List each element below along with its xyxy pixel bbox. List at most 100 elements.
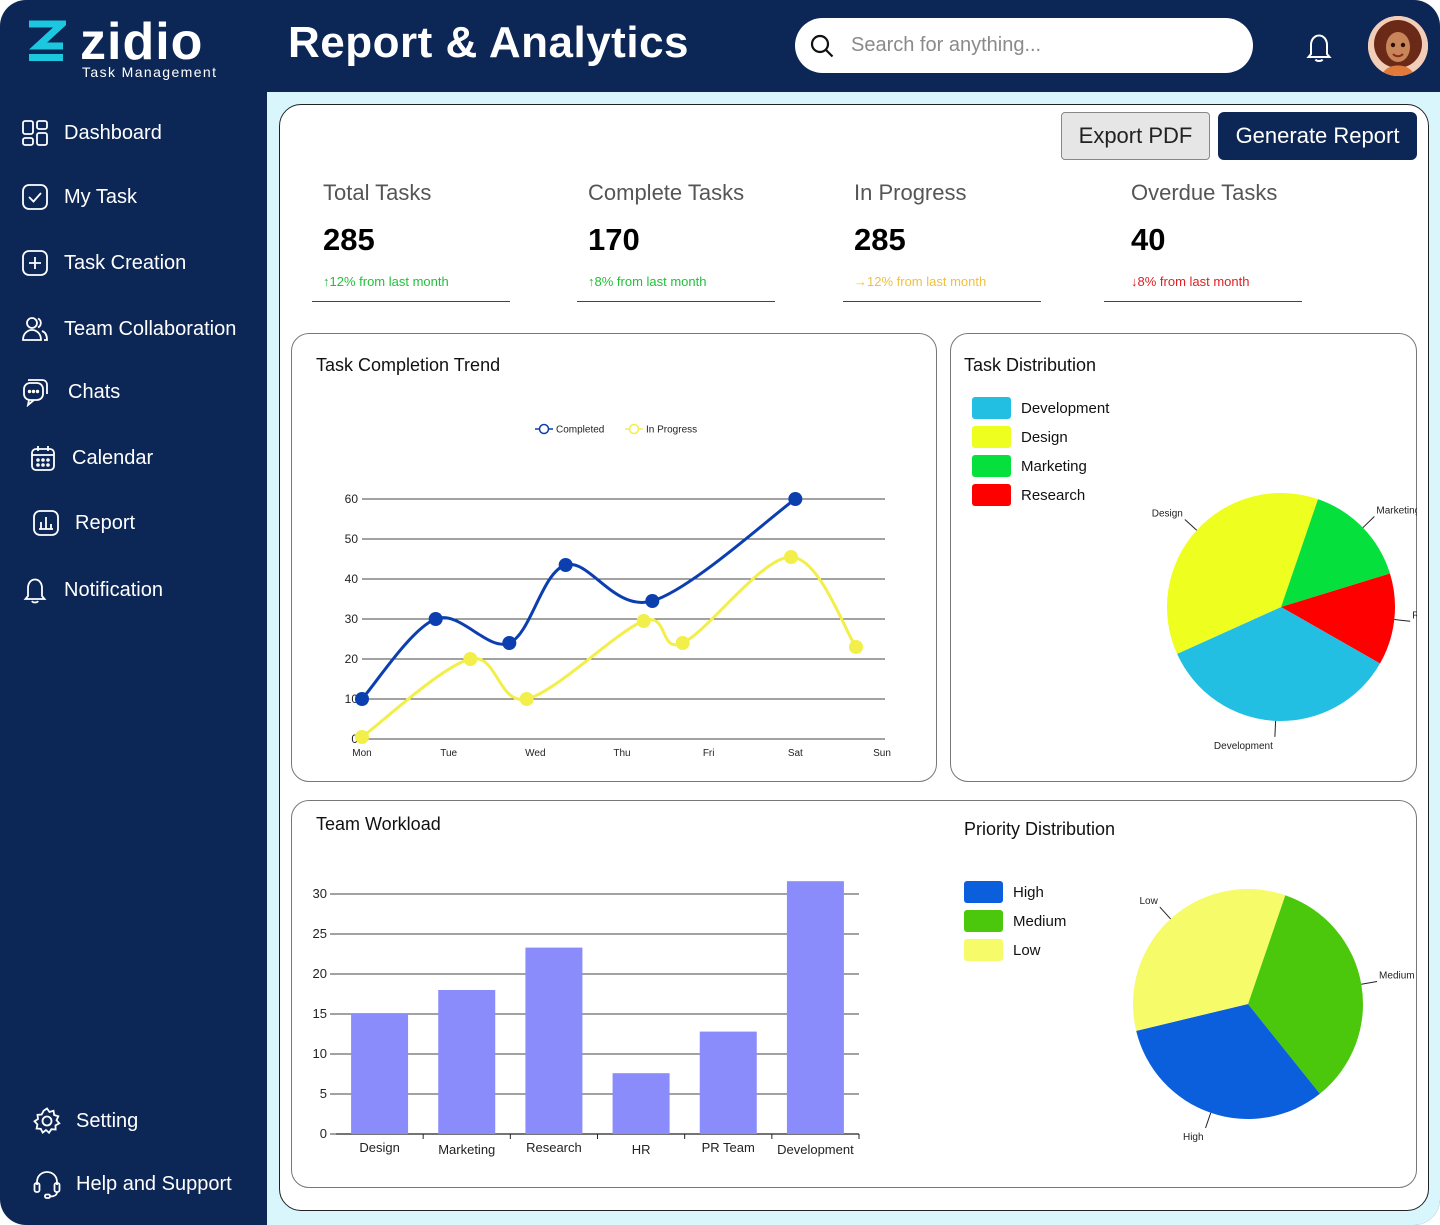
- sidebar-item-label: Notification: [64, 578, 163, 601]
- zidio-logo-icon: [29, 20, 66, 61]
- stat-total-tasks: Total Tasks 285 ↑12% from last month: [312, 180, 510, 302]
- sidebar-item-report[interactable]: Report: [31, 506, 135, 540]
- sidebar-item-dashboard[interactable]: Dashboard: [20, 116, 162, 150]
- sidebar-item-label: Chats: [68, 380, 121, 403]
- stat-value: 40: [1131, 222, 1166, 257]
- stat-change: ↑8% from last month: [588, 274, 707, 289]
- pie-leader-line: [1361, 981, 1378, 985]
- priority-card-title: Priority Distribution: [964, 819, 1116, 839]
- y-tick-label: 20: [313, 966, 327, 981]
- stat-value: 285: [854, 222, 906, 257]
- sidebar-item-help[interactable]: Help and Support: [32, 1167, 232, 1201]
- x-tick-label: Design: [359, 1140, 399, 1155]
- priority-distribution-chart: Medium High Low: [1133, 889, 1415, 1143]
- brand-name: zidio: [80, 13, 204, 71]
- y-tick-label: 10: [313, 1046, 327, 1061]
- y-tick-label: 40: [345, 572, 359, 586]
- x-tick-label: HR: [632, 1142, 651, 1157]
- pie-leader-line: [1394, 619, 1411, 622]
- headset-icon: [33, 1171, 61, 1199]
- pie-label: Medium: [1379, 970, 1415, 981]
- chat-icon: [23, 379, 48, 407]
- notification-bell-icon[interactable]: [1302, 30, 1336, 64]
- stat-complete-tasks: Complete Tasks 170 ↑8% from last month: [577, 180, 775, 302]
- x-tick-label: Research: [526, 1140, 582, 1155]
- search-input[interactable]: [851, 34, 1231, 57]
- legend-swatch: [964, 881, 1003, 903]
- brand-tagline: Task Management: [82, 64, 218, 80]
- sidebar-item-label: Team Collaboration: [64, 317, 237, 340]
- sidebar-item-label: Help and Support: [76, 1172, 232, 1195]
- x-tick-label: Mon: [352, 748, 371, 759]
- stat-change: ↓8% from last month: [1131, 274, 1250, 289]
- sidebar-item-chats[interactable]: Chats: [20, 375, 120, 409]
- bar: [525, 947, 583, 1134]
- sidebar-item-calendar[interactable]: Calendar: [28, 441, 153, 475]
- pie-leader-line: [1159, 906, 1171, 920]
- export-pdf-button[interactable]: Export PDF: [1061, 112, 1210, 160]
- data-point: [675, 636, 690, 650]
- users-icon: [22, 317, 48, 341]
- sidebar: zidio Task Management Dashboard My Task …: [0, 0, 267, 1225]
- avatar[interactable]: [1368, 16, 1428, 76]
- x-tick-label: Development: [777, 1142, 854, 1157]
- sidebar-item-task-creation[interactable]: Task Creation: [20, 246, 186, 280]
- legend-label: Medium: [1013, 912, 1067, 930]
- stat-label: Total Tasks: [323, 180, 432, 205]
- stat-value: 285: [323, 222, 375, 257]
- sidebar-item-label: Report: [75, 511, 136, 534]
- data-point: [849, 640, 863, 654]
- app-window: zidio Task Management Dashboard My Task …: [0, 0, 1440, 1225]
- plus-square-icon: [22, 250, 48, 276]
- data-point: [784, 550, 798, 564]
- pie-label: Research: [1412, 610, 1417, 621]
- bell-icon: [23, 578, 47, 604]
- stat-label: Overdue Tasks: [1131, 180, 1278, 205]
- x-tick-label: Fri: [703, 748, 715, 759]
- legend-label: Low: [1013, 941, 1041, 959]
- stat-divider: [1104, 301, 1302, 302]
- stat-label: In Progress: [854, 180, 967, 205]
- legend-marker: [538, 423, 550, 435]
- stat-value: 170: [588, 222, 640, 257]
- y-tick-label: 30: [313, 886, 327, 901]
- legend-item: Medium: [964, 910, 1066, 932]
- legend-item: High: [964, 881, 1044, 903]
- generate-report-button[interactable]: Generate Report: [1218, 112, 1417, 160]
- data-point: [558, 558, 573, 572]
- pie-label: Low: [1139, 896, 1158, 907]
- grid-icon: [22, 120, 48, 146]
- stat-overdue-tasks: Overdue Tasks 40 ↓8% from last month: [1104, 180, 1318, 302]
- search-icon: [810, 34, 834, 57]
- search-bar[interactable]: [795, 18, 1253, 73]
- data-point: [636, 614, 651, 628]
- trend-flat-icon: →: [854, 274, 867, 289]
- pie-leader-line: [1362, 516, 1375, 529]
- y-tick-label: 25: [313, 926, 327, 941]
- y-tick-label: 50: [345, 532, 359, 546]
- data-point: [463, 652, 478, 666]
- data-point: [502, 636, 517, 650]
- sidebar-item-label: My Task: [64, 185, 137, 208]
- data-point: [355, 692, 369, 706]
- brand-logo[interactable]: zidio Task Management: [26, 13, 236, 84]
- sidebar-item-team-collaboration[interactable]: Team Collaboration: [20, 312, 236, 346]
- legend-marker: [628, 423, 640, 435]
- y-tick-label: 60: [345, 492, 359, 506]
- y-tick-label: 20: [345, 652, 359, 666]
- bar: [351, 1014, 409, 1134]
- sidebar-item-notification[interactable]: Notification: [20, 573, 163, 607]
- sidebar-item-setting[interactable]: Setting: [32, 1104, 138, 1138]
- data-point: [645, 594, 660, 608]
- legend-label: High: [1013, 883, 1044, 901]
- legend-item: Low: [964, 939, 1041, 961]
- x-tick-label: Marketing: [438, 1142, 495, 1157]
- sidebar-item-my-task[interactable]: My Task: [20, 180, 137, 214]
- sidebar-item-label: Dashboard: [64, 121, 162, 144]
- series-line: [361, 555, 858, 739]
- stat-label: Complete Tasks: [588, 180, 745, 205]
- data-point: [428, 612, 443, 626]
- stat-change: →12% from last month: [854, 274, 987, 289]
- task-completion-trend-chart: 0102030405060Mon Tue Wed Thu Fri Sat SunComple…: [345, 423, 891, 759]
- sidebar-item-label: Calendar: [72, 446, 154, 469]
